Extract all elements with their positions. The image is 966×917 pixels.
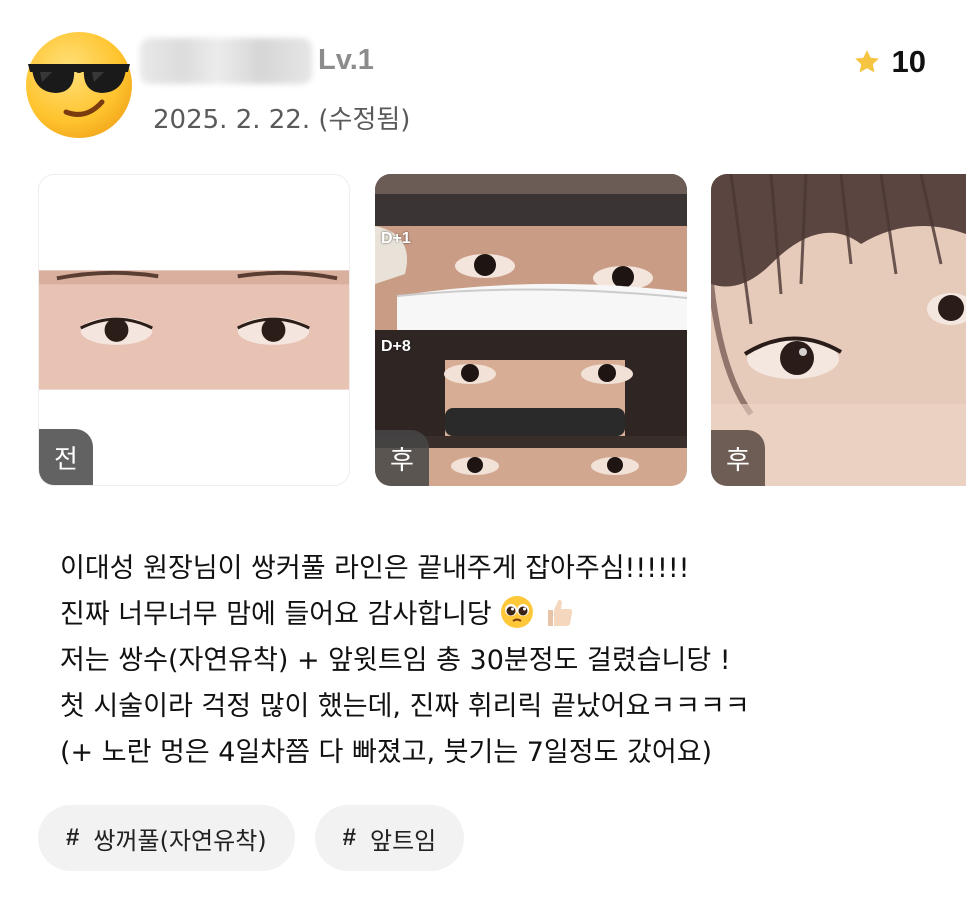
review-line-1: 이대성 원장님이 쌍커풀 라인은 끝내주게 잡아주심!!!!!!	[60, 553, 690, 584]
review-line-3: 저는 쌍수(자연유착) + 앞윗트임 총 30분정도 걸렸습니당 !	[60, 645, 731, 676]
post-date: 2025. 2. 22. (수정됨)	[153, 105, 411, 135]
rating-value: 10	[891, 44, 926, 79]
tag-double-eyelid[interactable]: # 쌍꺼풀(자연유착)	[38, 805, 295, 871]
username-blurred	[140, 38, 312, 84]
rating: 10	[852, 44, 926, 80]
day-label-d8: D+8	[381, 338, 411, 355]
review-line-4: 첫 시술이라 걱정 많이 했는데, 진짜 휘리릭 끝났어요ㅋㅋㅋㅋ	[60, 691, 750, 722]
pleading-face-icon	[500, 596, 533, 628]
before-badge: 전	[39, 429, 93, 485]
day-label-d1: D+1	[381, 230, 411, 247]
thumbs-up-icon	[547, 599, 573, 626]
tag-list: # 쌍꺼풀(자연유착) # 앞트임	[38, 805, 465, 871]
photo-after-closeup[interactable]: 후	[711, 174, 966, 486]
tag-label: 앞트임	[370, 826, 437, 855]
photo-before[interactable]: 전	[38, 174, 350, 486]
user-level: Lv.1	[318, 44, 374, 76]
after-badge: 후	[375, 430, 429, 486]
tag-label: 쌍꺼풀(자연유착)	[93, 826, 267, 855]
star-icon	[854, 50, 879, 73]
after-badge-2: 후	[711, 430, 765, 486]
sunglasses-emoji-icon[interactable]	[24, 30, 134, 140]
review-body: 이대성 원장님이 쌍커풀 라인은 끝내주게 잡아주심!!!!!! 진짜 너무너무…	[60, 546, 940, 776]
review-line-2: 진짜 너무너무 맘에 들어요 감사합니당	[60, 592, 940, 638]
photo-after-collage[interactable]: D+1 D+8 후	[375, 174, 687, 486]
review-line-2-text: 진짜 너무너무 맘에 들어요 감사합니당	[60, 599, 492, 630]
hash-icon: #	[342, 824, 357, 851]
hash-icon: #	[66, 824, 80, 851]
tag-epicanthoplasty[interactable]: # 앞트임	[314, 805, 465, 871]
review-line-5: (+ 노란 멍은 4일차쯤 다 빠졌고, 붓기는 7일정도 갔어요)	[60, 737, 713, 768]
